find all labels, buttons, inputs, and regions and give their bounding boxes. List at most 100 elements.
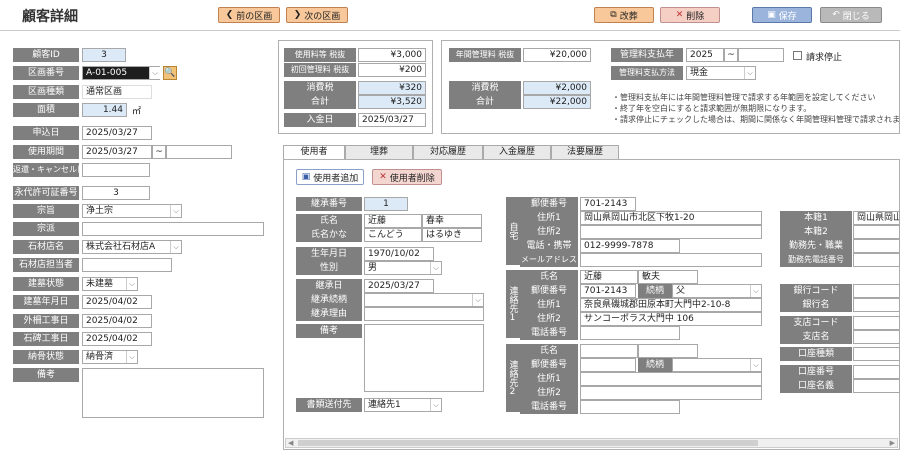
home-addr1-label: 住所1 xyxy=(520,211,578,225)
horizontal-scrollbar[interactable]: ◀ ▶ xyxy=(285,438,898,448)
chevron-down-icon[interactable]: ⌵ xyxy=(126,351,137,363)
next-plot-button[interactable]: ❯ 次の区画 xyxy=(286,7,348,23)
search-icon[interactable]: 🔍 xyxy=(163,66,177,80)
work-field[interactable] xyxy=(853,239,900,253)
stone-date-field[interactable]: 2025/04/02 xyxy=(82,332,152,346)
scroll-right-icon[interactable]: ▶ xyxy=(890,439,895,447)
pay-year-end-field[interactable] xyxy=(738,48,784,62)
tab-user[interactable]: 使用者 xyxy=(283,145,345,160)
tab-history[interactable]: 対応履歴 xyxy=(413,145,483,160)
contact2-name-label: 氏名 xyxy=(520,344,578,358)
branch-name-field[interactable] xyxy=(853,330,900,344)
reburial-button[interactable]: ⧉ 改葬 xyxy=(594,7,654,23)
user-last-name-field[interactable]: 近藤 xyxy=(364,214,422,228)
construct-date-field[interactable]: 2025/04/02 xyxy=(82,295,152,309)
tab-payment[interactable]: 入金履歴 xyxy=(483,145,551,160)
fence-date-field[interactable]: 2025/04/02 xyxy=(82,314,152,328)
add-user-button[interactable]: ▣ 使用者追加 xyxy=(296,169,364,185)
chevron-down-icon[interactable]: ⌵ xyxy=(750,359,761,371)
succession-rel-select[interactable] xyxy=(364,293,484,307)
user-last-kana-field[interactable]: こんどう xyxy=(364,228,422,242)
billing-stop-checkbox[interactable] xyxy=(793,51,802,60)
chevron-down-icon[interactable]: ⌵ xyxy=(750,285,761,297)
pay-date-field[interactable]: 2025/03/27 xyxy=(358,113,426,127)
chevron-down-icon[interactable]: ⌵ xyxy=(170,205,181,217)
acct-no-field[interactable] xyxy=(853,365,900,379)
sect-label: 宗旨 xyxy=(13,204,79,218)
user-first-kana-field[interactable]: はるゆき xyxy=(422,228,482,242)
chevron-down-icon[interactable]: ⌵ xyxy=(126,278,137,290)
acct-type-field[interactable] xyxy=(853,347,900,361)
contact1-addr1-field[interactable]: 奈良県磯城郡田原本町大門中2-10-8 xyxy=(580,298,762,312)
honseki1-field[interactable]: 岡山県岡山 xyxy=(853,211,900,225)
return-cancel-field[interactable] xyxy=(82,163,150,177)
permit-no-field[interactable]: 3 xyxy=(82,186,150,200)
remarks-textarea[interactable] xyxy=(82,368,264,418)
sect-select[interactable]: 浄土宗 xyxy=(82,204,182,218)
delete-button[interactable]: ✕ 削除 xyxy=(660,7,720,23)
home-zip-field[interactable]: 701-2143 xyxy=(580,197,636,211)
contact1-last-name-field[interactable]: 近藤 xyxy=(580,270,638,284)
usage-fee-field[interactable]: ¥3,000 xyxy=(358,48,426,62)
chevron-down-icon[interactable]: ⌵ xyxy=(430,262,441,274)
apply-date-field[interactable]: 2025/03/27 xyxy=(82,126,152,140)
chevron-down-icon[interactable]: ⌵ xyxy=(149,67,160,79)
annual-fee-field[interactable]: ¥20,000 xyxy=(523,48,591,62)
bank-code-field[interactable] xyxy=(853,284,900,298)
work-tel-label: 勤務先電話番号 xyxy=(780,253,852,267)
use-period-end-field[interactable] xyxy=(166,145,232,159)
contact1-first-name-field[interactable]: 敏夫 xyxy=(638,270,698,284)
birth-field[interactable]: 1970/10/02 xyxy=(364,247,434,261)
scrollbar-thumb[interactable] xyxy=(298,440,758,446)
close-button[interactable]: ↶ 閉じる xyxy=(820,7,882,23)
pay-year-start-field[interactable]: 2025 xyxy=(686,48,724,62)
acct-name-field[interactable] xyxy=(853,379,900,393)
user-remarks-textarea[interactable] xyxy=(364,324,484,392)
honseki2-field[interactable] xyxy=(853,225,900,239)
home-tel-field[interactable]: 012-9999-7878 xyxy=(580,239,680,253)
contact2-last-name-field[interactable] xyxy=(580,344,638,358)
contact2-tel-field[interactable] xyxy=(580,400,680,414)
user-first-name-field[interactable]: 春幸 xyxy=(422,214,482,228)
contact2-first-name-field[interactable] xyxy=(638,344,698,358)
branch-code-field[interactable] xyxy=(853,316,900,330)
tab-burial[interactable]: 埋葬 xyxy=(345,145,413,160)
home-addr1-field[interactable]: 岡山県岡山市北区下牧1-20 xyxy=(580,211,762,225)
pay-year-label: 管理料支払年 xyxy=(611,48,683,62)
stone-shop-select[interactable]: 株式会社石材店A xyxy=(82,240,182,254)
succession-no-label: 継承番号 xyxy=(296,197,362,211)
contact1-addr2-label: 住所2 xyxy=(520,312,578,326)
chevron-down-icon[interactable]: ⌵ xyxy=(430,399,441,411)
contact2-zip-label: 郵便番号 xyxy=(520,358,578,372)
succession-reason-field[interactable] xyxy=(364,307,484,321)
work-tel-field[interactable] xyxy=(853,253,900,267)
save-button[interactable]: ▣ 保存 xyxy=(752,7,812,23)
contact1-zip-field[interactable]: 701-2143 xyxy=(580,284,636,298)
chevron-down-icon[interactable]: ⌵ xyxy=(170,241,181,253)
contact1-tel-field[interactable] xyxy=(580,326,680,340)
contact1-addr2-field[interactable]: サンコーポラス大門中 106 xyxy=(580,312,762,326)
sect-school-field[interactable] xyxy=(82,222,264,236)
remove-user-button[interactable]: ✕ 使用者削除 xyxy=(372,169,442,185)
user-name-label: 氏名 xyxy=(296,214,362,228)
succession-date-field[interactable]: 2025/03/27 xyxy=(364,279,434,293)
annual-total-value: ¥22,000 xyxy=(523,95,591,109)
chevron-down-icon[interactable]: ⌵ xyxy=(744,67,755,79)
use-period-start-field[interactable]: 2025/03/27 xyxy=(82,145,152,159)
stone-staff-field[interactable] xyxy=(82,258,172,272)
contact2-rel-select[interactable] xyxy=(672,358,762,372)
home-addr2-field[interactable] xyxy=(580,225,762,239)
x-icon: ✕ xyxy=(675,10,684,20)
bank-name-field[interactable] xyxy=(853,298,900,312)
chevron-right-icon: ❯ xyxy=(293,10,302,20)
prev-plot-button[interactable]: ❮ 前の区画 xyxy=(218,7,280,23)
init-mgmt-field[interactable]: ¥200 xyxy=(358,63,426,77)
home-mail-field[interactable] xyxy=(580,253,762,267)
tab-memorial[interactable]: 法要履歴 xyxy=(551,145,619,160)
contact2-addr1-field[interactable] xyxy=(580,372,762,386)
chevron-down-icon[interactable]: ⌵ xyxy=(472,294,483,306)
contact2-addr2-field[interactable] xyxy=(580,386,762,400)
scroll-left-icon[interactable]: ◀ xyxy=(288,439,293,447)
contact2-zip-field[interactable] xyxy=(580,358,636,372)
contact1-rel-select[interactable]: 父 xyxy=(672,284,762,298)
